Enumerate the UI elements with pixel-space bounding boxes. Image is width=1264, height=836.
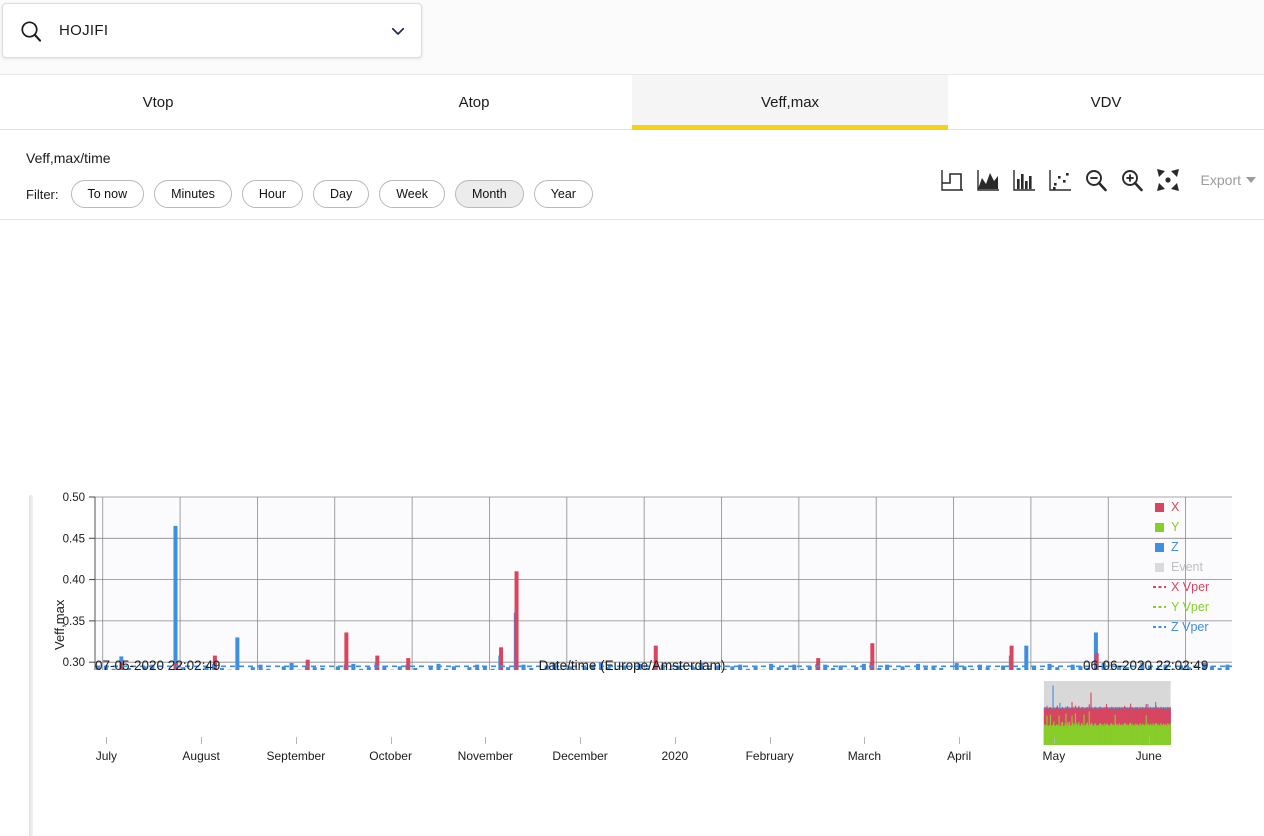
bar-chart-icon[interactable] [1011,167,1037,193]
navigator-tick [201,737,202,744]
tab-label: Vtop [143,94,174,111]
svg-text:Z Vper: Z Vper [1171,620,1209,634]
navigator-tick [1149,737,1150,744]
tab-veff-max[interactable]: Veff,max [632,75,948,129]
navigator-tick [959,737,960,744]
filter-to-now[interactable]: To now [71,180,145,208]
navigator-tick-label: August [182,749,219,763]
veff-max-bar-chart[interactable]: 0.000.050.100.150.200.250.300.350.400.45… [0,220,1264,670]
filter-day[interactable]: Day [313,180,369,208]
measurement-tabs: Vtop Atop Veff,max VDV [0,75,1264,130]
chart-toolbar: Export [939,167,1256,193]
navigator-tick-label: February [746,749,794,763]
search-icon [19,19,43,43]
filter-label: Filter: [26,187,59,202]
fit-to-screen-icon[interactable] [1155,167,1181,193]
chart-area: Veff,max 0.000.050.100.150.200.250.300.3… [0,220,1264,836]
svg-text:X: X [1171,500,1180,514]
navigator-tick-label: November [458,749,513,763]
chart-title: Veff,max/time [26,150,111,166]
filter-minutes[interactable]: Minutes [154,180,232,208]
navigator-tick [1054,737,1055,744]
chart-header: Veff,max/time Filter: To now Minutes Hou… [0,130,1264,220]
svg-text:Z: Z [1171,540,1179,554]
navigator-tick [106,737,107,744]
navigator-tick-label: October [369,749,412,763]
filter-row: Filter: To now Minutes Hour Day Week Mon… [26,180,593,208]
navigator-tick [675,737,676,744]
tab-vtop[interactable]: Vtop [0,75,316,129]
filter-hour[interactable]: Hour [242,180,303,208]
navigator-tick-label: 2020 [662,749,689,763]
navigator-tick [770,737,771,744]
svg-text:X Vper: X Vper [1171,580,1209,594]
navigator-tick-label: April [947,749,971,763]
svg-text:0.50: 0.50 [63,492,85,504]
top-bar: HOJIFI [0,0,1264,75]
filter-week[interactable]: Week [379,180,445,208]
export-dropdown[interactable]: Export [1201,172,1256,188]
caret-down-icon [1246,177,1256,183]
tab-label: VDV [1091,94,1122,111]
scatter-chart-icon[interactable] [1047,167,1073,193]
navigator-tick-label: March [848,749,881,763]
search-select[interactable]: HOJIFI [2,3,422,58]
tab-vdv[interactable]: VDV [948,75,1264,129]
svg-text:0.45: 0.45 [63,533,85,545]
navigator-tick-label: June [1136,749,1162,763]
area-chart-icon[interactable] [975,167,1001,193]
navigator-tick [296,737,297,744]
navigator-tick-label: December [552,749,607,763]
navigator-tick [580,737,581,744]
svg-text:Y Vper: Y Vper [1171,600,1209,614]
step-chart-icon[interactable] [939,167,965,193]
svg-text:0.35: 0.35 [63,616,85,628]
svg-text:Event: Event [1171,560,1203,574]
navigator-tick [391,737,392,744]
svg-text:0.40: 0.40 [63,575,85,587]
x-axis-label: Date/time (Europe/Amsterdam) [0,658,1264,673]
navigator-tick-label: May [1043,749,1066,763]
export-label: Export [1201,172,1241,188]
navigator-tick [864,737,865,744]
search-input[interactable]: HOJIFI [59,22,389,39]
tab-label: Atop [459,94,490,111]
navigator-preview[interactable] [0,675,1264,755]
navigator-tick-label: September [267,749,326,763]
zoom-out-icon[interactable] [1083,167,1109,193]
zoom-in-icon[interactable] [1119,167,1145,193]
navigator-tick-label: July [96,749,117,763]
navigator-tick [485,737,486,744]
filter-month[interactable]: Month [455,180,524,208]
tab-label: Veff,max [761,94,819,111]
filter-year[interactable]: Year [534,180,593,208]
svg-text:Y: Y [1171,520,1180,534]
chevron-down-icon[interactable] [389,22,407,40]
time-navigator[interactable]: July August September October November Decemb… [0,675,1264,785]
range-end-label: 06-06-2020 22:02:49 [1083,658,1208,673]
tab-atop[interactable]: Atop [316,75,632,129]
